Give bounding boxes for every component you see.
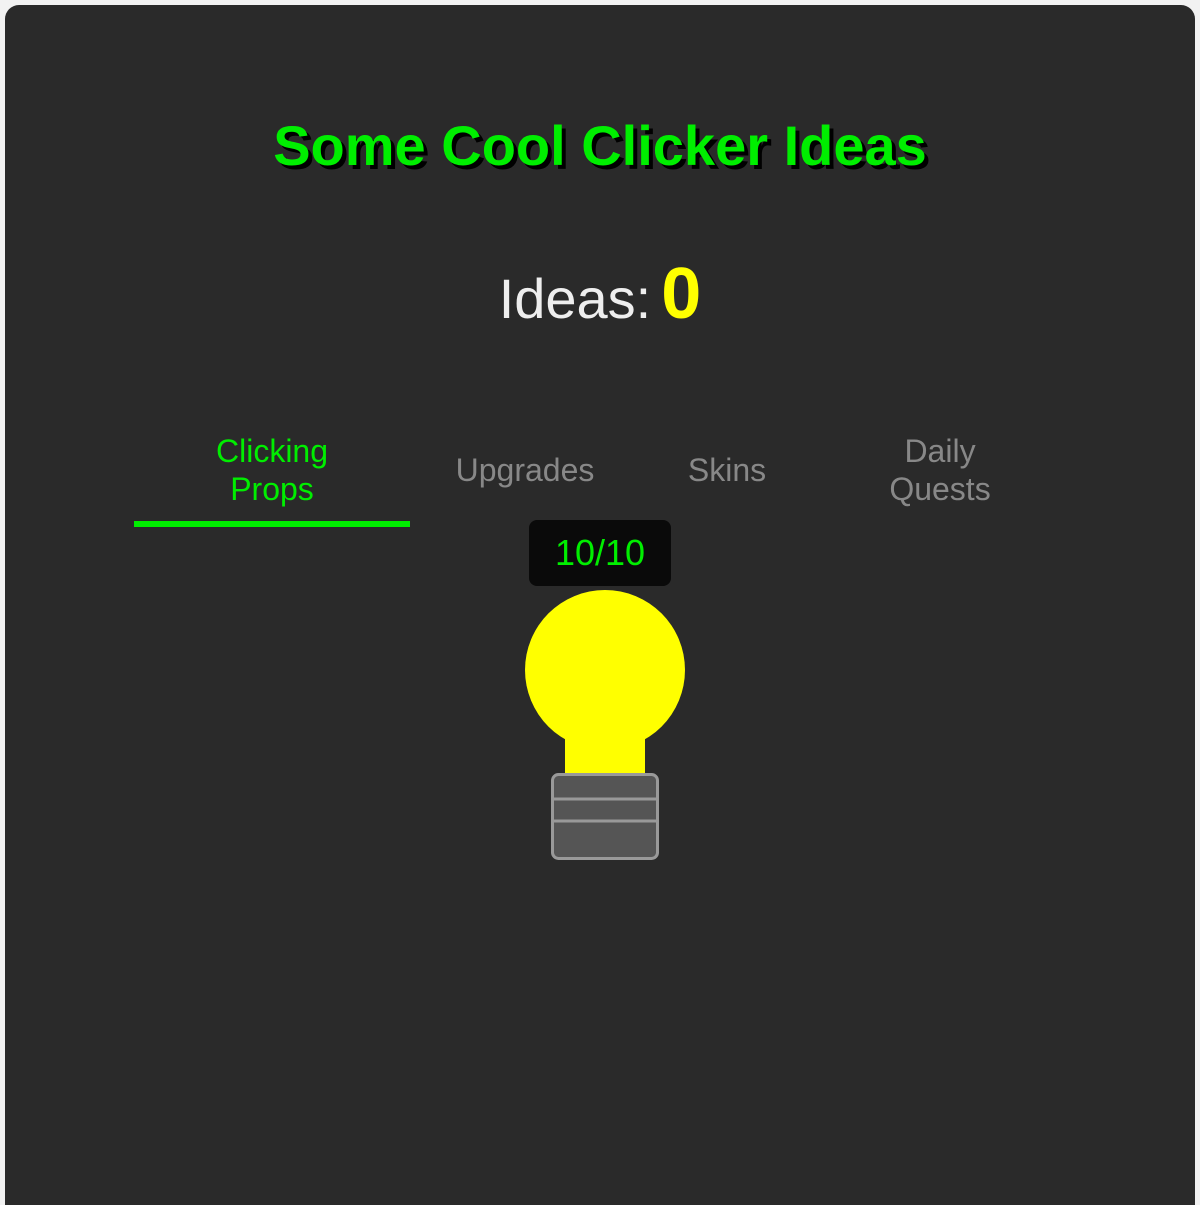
lightbulb-icon[interactable]: [515, 587, 695, 867]
ideas-counter: Ideas: 0: [5, 253, 1195, 335]
charges-badge: 10/10: [529, 520, 671, 586]
tab-clicking-props-label: Clicking Props: [215, 433, 329, 507]
tab-bar: Clicking Props Upgrades Skins Daily Ques…: [5, 415, 1195, 535]
bulb-neck: [565, 717, 645, 777]
active-tab-indicator: [134, 521, 410, 527]
ideas-counter-label: Ideas:: [498, 267, 652, 330]
game-panel: Some Cool Clicker Ideas Ideas: 0 Clicking…: [5, 5, 1195, 1205]
tab-daily-quests-label: Daily Quests: [889, 433, 991, 507]
tab-upgrades[interactable]: Upgrades: [425, 415, 625, 525]
game-title: Some Cool Clicker Ideas: [273, 114, 927, 177]
tab-daily-quests[interactable]: Daily Quests: [840, 415, 1040, 525]
ideas-counter-value: 0: [661, 254, 702, 334]
tab-upgrades-label: Upgrades: [455, 452, 595, 488]
tab-skins-label: Skins: [687, 452, 767, 488]
tab-clicking-props[interactable]: Clicking Props: [134, 415, 410, 525]
bulb-base: [551, 773, 659, 860]
tab-skins[interactable]: Skins: [637, 415, 817, 525]
